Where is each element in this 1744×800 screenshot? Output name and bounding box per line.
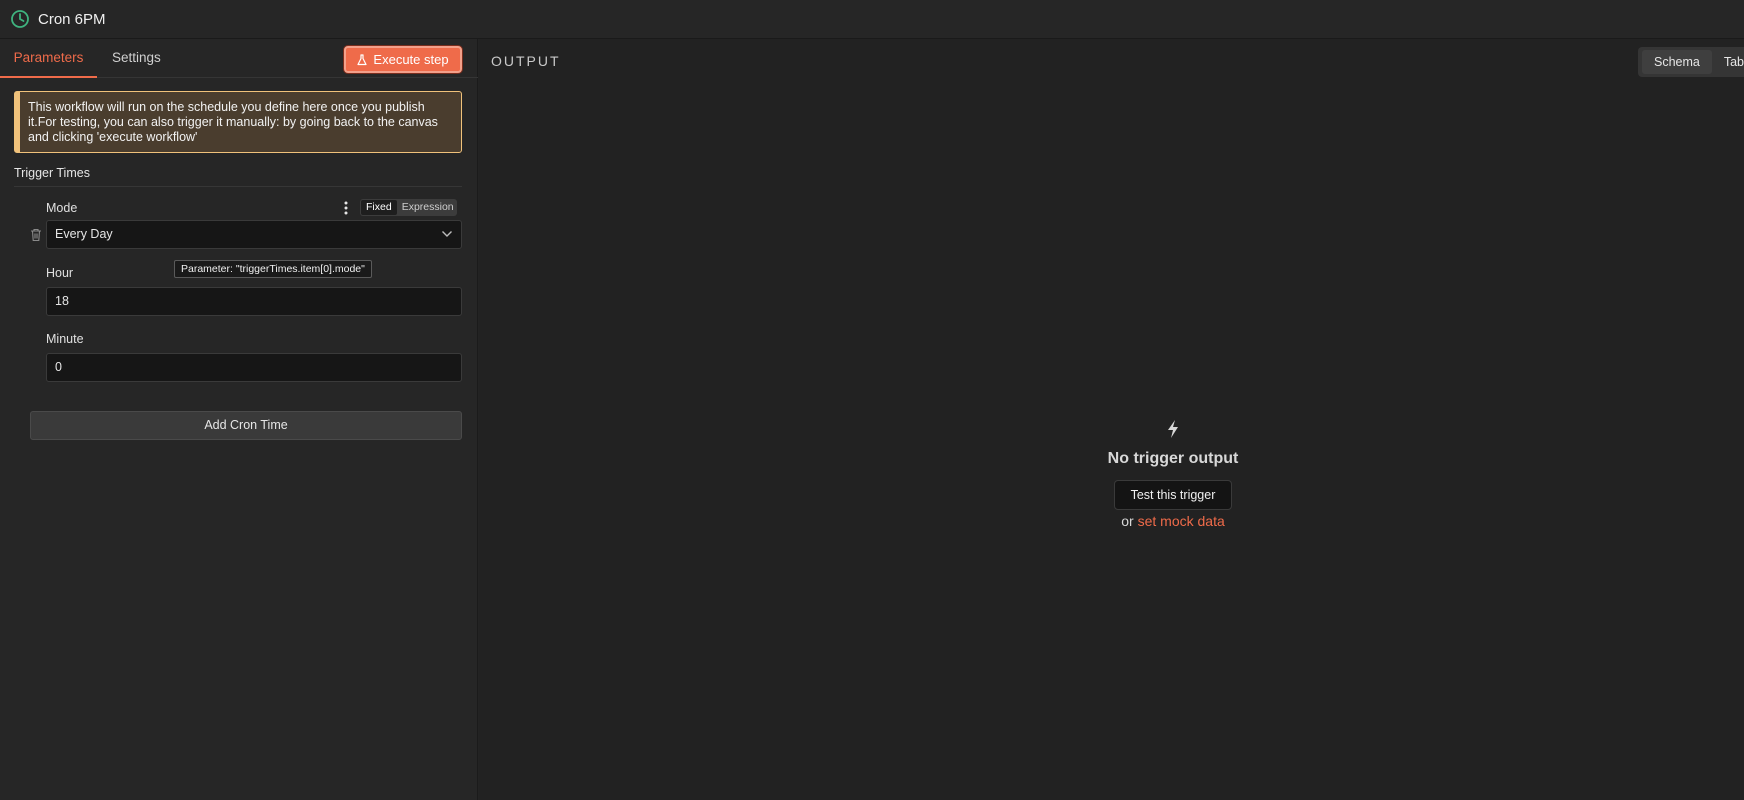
- execute-step-button[interactable]: Execute step: [344, 46, 462, 73]
- tab-schema[interactable]: Schema: [1642, 50, 1712, 74]
- options-menu-icon[interactable]: [340, 200, 352, 216]
- execute-step-label: Execute step: [373, 52, 449, 67]
- set-mock-data-link[interactable]: set mock data: [1138, 513, 1225, 529]
- tab-parameters[interactable]: Parameters: [0, 39, 97, 78]
- bolt-icon: [1166, 419, 1180, 439]
- mode-select[interactable]: Every Day: [46, 220, 462, 249]
- hour-label: Hour: [46, 266, 74, 280]
- tab-settings[interactable]: Settings: [112, 39, 161, 78]
- add-cron-time-button[interactable]: Add Cron Time: [30, 411, 462, 440]
- schedule-notice: This workflow will run on the schedule y…: [14, 91, 462, 153]
- node-title[interactable]: Cron 6PM: [38, 11, 106, 28]
- panel-tabs: Parameters Settings Execute step: [0, 39, 478, 78]
- toggle-expression[interactable]: Expression: [397, 200, 459, 215]
- minute-label: Minute: [46, 332, 84, 346]
- parameter-tooltip: Parameter: "triggerTimes.item[0].mode": [174, 260, 372, 278]
- trigger-times-heading: Trigger Times: [14, 166, 462, 187]
- node-header: Cron 6PM: [0, 0, 1744, 39]
- or-text: or: [1121, 513, 1134, 529]
- empty-state-title: No trigger output: [1107, 450, 1239, 467]
- toggle-fixed[interactable]: Fixed: [361, 200, 397, 215]
- hour-input[interactable]: 18: [46, 287, 462, 316]
- output-view-tabs: Schema Table: [1638, 47, 1744, 77]
- test-trigger-button[interactable]: Test this trigger: [1114, 480, 1232, 510]
- trash-icon[interactable]: [30, 228, 42, 242]
- fixed-expression-toggle: Fixed Expression: [360, 199, 457, 216]
- chevron-down-icon: [441, 230, 453, 240]
- clock-icon: [10, 9, 30, 29]
- parameters-panel: Parameters Settings Execute step This wo…: [0, 39, 478, 800]
- mock-data-line: or set mock data: [1090, 513, 1256, 529]
- mode-label: Mode: [46, 201, 78, 215]
- minute-input[interactable]: 0: [46, 353, 462, 382]
- tab-table[interactable]: Table: [1712, 50, 1744, 74]
- mode-select-value: Every Day: [55, 227, 113, 241]
- output-heading: OUTPUT: [491, 53, 561, 69]
- flask-icon: [357, 53, 368, 66]
- output-panel: OUTPUT Schema Table: [479, 39, 1744, 800]
